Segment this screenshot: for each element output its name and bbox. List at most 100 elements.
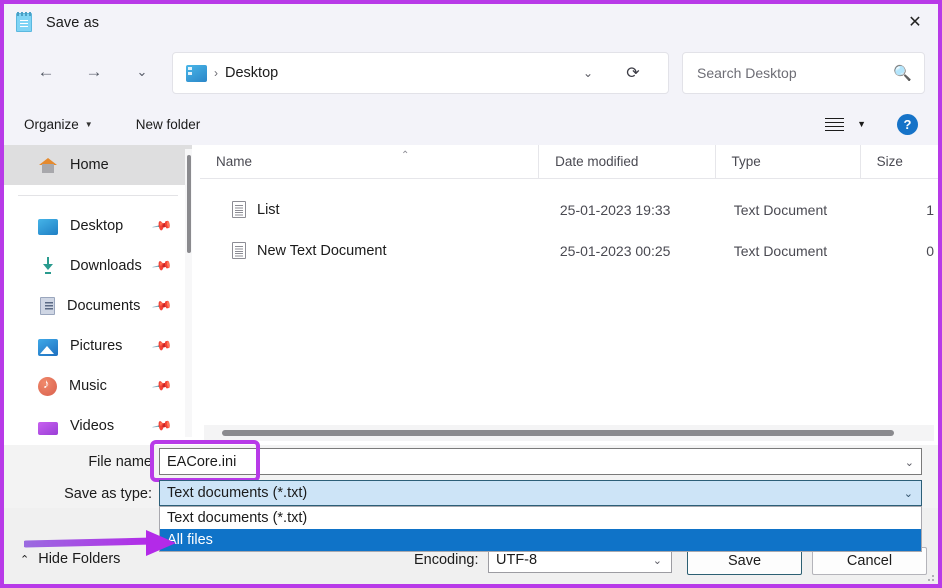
sidebar-item-label: Downloads <box>70 258 142 274</box>
cell-name: List <box>257 201 280 218</box>
pin-icon[interactable]: 📌 <box>151 255 173 277</box>
save-as-dialog: Save as ✕ ← → ⌄ ↑ › Desktop ⌄ ⟳ 🔍 Organi… <box>0 0 942 588</box>
column-header-type[interactable]: Type <box>714 144 860 179</box>
chevron-down-icon[interactable]: ⌄ <box>574 53 602 93</box>
table-row[interactable]: List 25-01-2023 19:33 Text Document 1 <box>200 189 938 230</box>
table-row[interactable]: New Text Document 25-01-2023 00:25 Text Do… <box>200 230 938 271</box>
sidebar-divider <box>18 195 178 196</box>
cell-date-modified: 25-01-2023 19:33 <box>559 201 671 218</box>
back-icon[interactable]: ← <box>29 55 63 89</box>
horizontal-scrollbar-thumb[interactable] <box>222 430 894 436</box>
save-as-type-value: Text documents (*.txt) <box>167 485 308 501</box>
forward-icon[interactable]: → <box>77 55 111 89</box>
column-header-name[interactable]: Name ⌃ <box>200 145 538 179</box>
cell-type: Text Document <box>733 242 828 259</box>
sidebar-item-label: Desktop <box>70 218 124 234</box>
notepad-icon <box>16 11 34 33</box>
search-input[interactable] <box>697 65 877 81</box>
navigation-sidebar: Home Desktop 📌 Downloads 📌 Documents 📌 Pictures… <box>4 145 192 445</box>
save-as-type-label: Save as type: <box>64 486 152 502</box>
breadcrumb-separator: › <box>214 66 218 80</box>
sidebar-item-label: Music <box>69 378 107 394</box>
sidebar-item-documents[interactable]: Documents 📌 <box>4 286 192 326</box>
chevron-down-icon: ▼ <box>857 119 866 129</box>
encoding-label: Encoding: <box>414 552 479 568</box>
cell-size: 1 <box>926 201 934 218</box>
column-header-date-modified[interactable]: Date modified <box>538 144 714 179</box>
encoding-value: UTF-8 <box>496 552 538 568</box>
column-label-name: Name <box>216 154 253 169</box>
chevron-down-icon: ▼ <box>84 119 93 129</box>
chevron-down-icon: ⌄ <box>903 487 913 500</box>
sidebar-item-home[interactable]: Home <box>4 145 192 185</box>
sort-ascending-icon: ⌃ <box>401 149 410 161</box>
column-header-size[interactable]: Size <box>859 144 938 179</box>
sidebar-item-label: Videos <box>70 418 115 434</box>
search-box[interactable]: 🔍 <box>682 52 925 94</box>
hide-folders-label: Hide Folders <box>38 551 121 567</box>
cell-date-modified: 25-01-2023 00:25 <box>559 242 671 259</box>
close-icon[interactable]: ✕ <box>892 4 938 40</box>
cell-name: New Text Document <box>257 242 387 259</box>
text-document-icon <box>232 201 246 218</box>
file-list-pane: Name ⌃ Date modified Type Size List 25-01… <box>200 144 938 445</box>
title-bar: Save as ✕ <box>4 4 938 41</box>
column-label-type: Type <box>731 154 761 169</box>
sidebar-item-label: Home <box>70 157 109 173</box>
file-name-label: File name <box>88 454 152 470</box>
pin-icon[interactable]: 📌 <box>151 215 173 237</box>
dropdown-option[interactable]: Text documents (*.txt) <box>160 507 921 529</box>
chevron-down-icon: ⌄ <box>652 554 662 567</box>
save-form: File name ⌄ Save as type: Text documents… <box>4 440 938 552</box>
view-options-button[interactable]: ▼ <box>825 117 866 132</box>
cell-size: 0 <box>926 242 934 259</box>
file-list-horizontal-scrollbar[interactable] <box>204 425 934 441</box>
sidebar-item-downloads[interactable]: Downloads 📌 <box>4 246 192 286</box>
music-icon <box>38 376 57 396</box>
dialog-footer-area: File name ⌄ Save as type: Text documents… <box>4 440 938 584</box>
new-folder-button[interactable]: New folder <box>136 117 201 132</box>
file-name-input[interactable] <box>159 448 922 475</box>
column-label-date: Date modified <box>555 154 639 169</box>
desktop-folder-icon <box>186 64 207 82</box>
organize-button[interactable]: Organize ▼ <box>24 117 93 132</box>
dropdown-option[interactable]: All files <box>160 529 921 551</box>
download-icon <box>38 256 58 276</box>
resize-grip[interactable] <box>925 572 935 582</box>
home-icon <box>38 155 58 175</box>
save-as-type-combobox[interactable]: Text documents (*.txt) ⌄ <box>159 480 922 506</box>
cell-type: Text Document <box>733 201 828 218</box>
save-as-type-dropdown-list: Text documents (*.txt) All files <box>159 506 922 552</box>
column-header-row: Name ⌃ Date modified Type Size <box>200 144 938 179</box>
command-toolbar: Organize ▼ New folder ▼ ? <box>4 103 938 145</box>
sidebar-scrollbar-thumb[interactable] <box>187 155 191 253</box>
window-title: Save as <box>46 14 100 31</box>
organize-label: Organize <box>24 116 79 132</box>
hide-folders-button[interactable]: ⌃ Hide Folders <box>20 551 120 567</box>
help-icon[interactable]: ? <box>897 113 918 135</box>
list-view-icon <box>825 117 845 132</box>
sidebar-item-desktop[interactable]: Desktop 📌 <box>4 206 192 246</box>
sidebar-item-label: Pictures <box>70 338 123 354</box>
address-bar[interactable]: › Desktop ⌄ ⟳ <box>172 52 669 94</box>
text-document-icon <box>232 242 246 259</box>
sidebar-item-pictures[interactable]: Pictures 📌 <box>4 326 192 366</box>
pin-icon[interactable]: 📌 <box>151 335 173 357</box>
breadcrumb-desktop[interactable]: Desktop <box>225 65 278 81</box>
pin-icon[interactable]: 📌 <box>151 295 173 317</box>
column-label-size: Size <box>876 154 903 169</box>
sidebar-scrollbar[interactable] <box>185 149 192 437</box>
refresh-icon[interactable]: ⟳ <box>618 53 648 93</box>
documents-icon <box>40 297 55 315</box>
sidebar-item-label: Documents <box>67 298 141 314</box>
file-rows: List 25-01-2023 19:33 Text Document 1 New Te… <box>200 189 938 271</box>
desktop-icon <box>38 219 58 235</box>
videos-icon <box>38 421 58 435</box>
search-icon[interactable]: 🔍 <box>893 64 912 82</box>
pictures-icon <box>38 338 58 356</box>
pin-icon[interactable]: 📌 <box>151 375 173 397</box>
pin-icon[interactable]: 📌 <box>151 415 173 437</box>
sidebar-item-videos[interactable]: Videos 📌 <box>4 406 192 445</box>
sidebar-item-music[interactable]: Music 📌 <box>4 366 192 406</box>
recent-locations-icon[interactable]: ⌄ <box>125 55 159 89</box>
